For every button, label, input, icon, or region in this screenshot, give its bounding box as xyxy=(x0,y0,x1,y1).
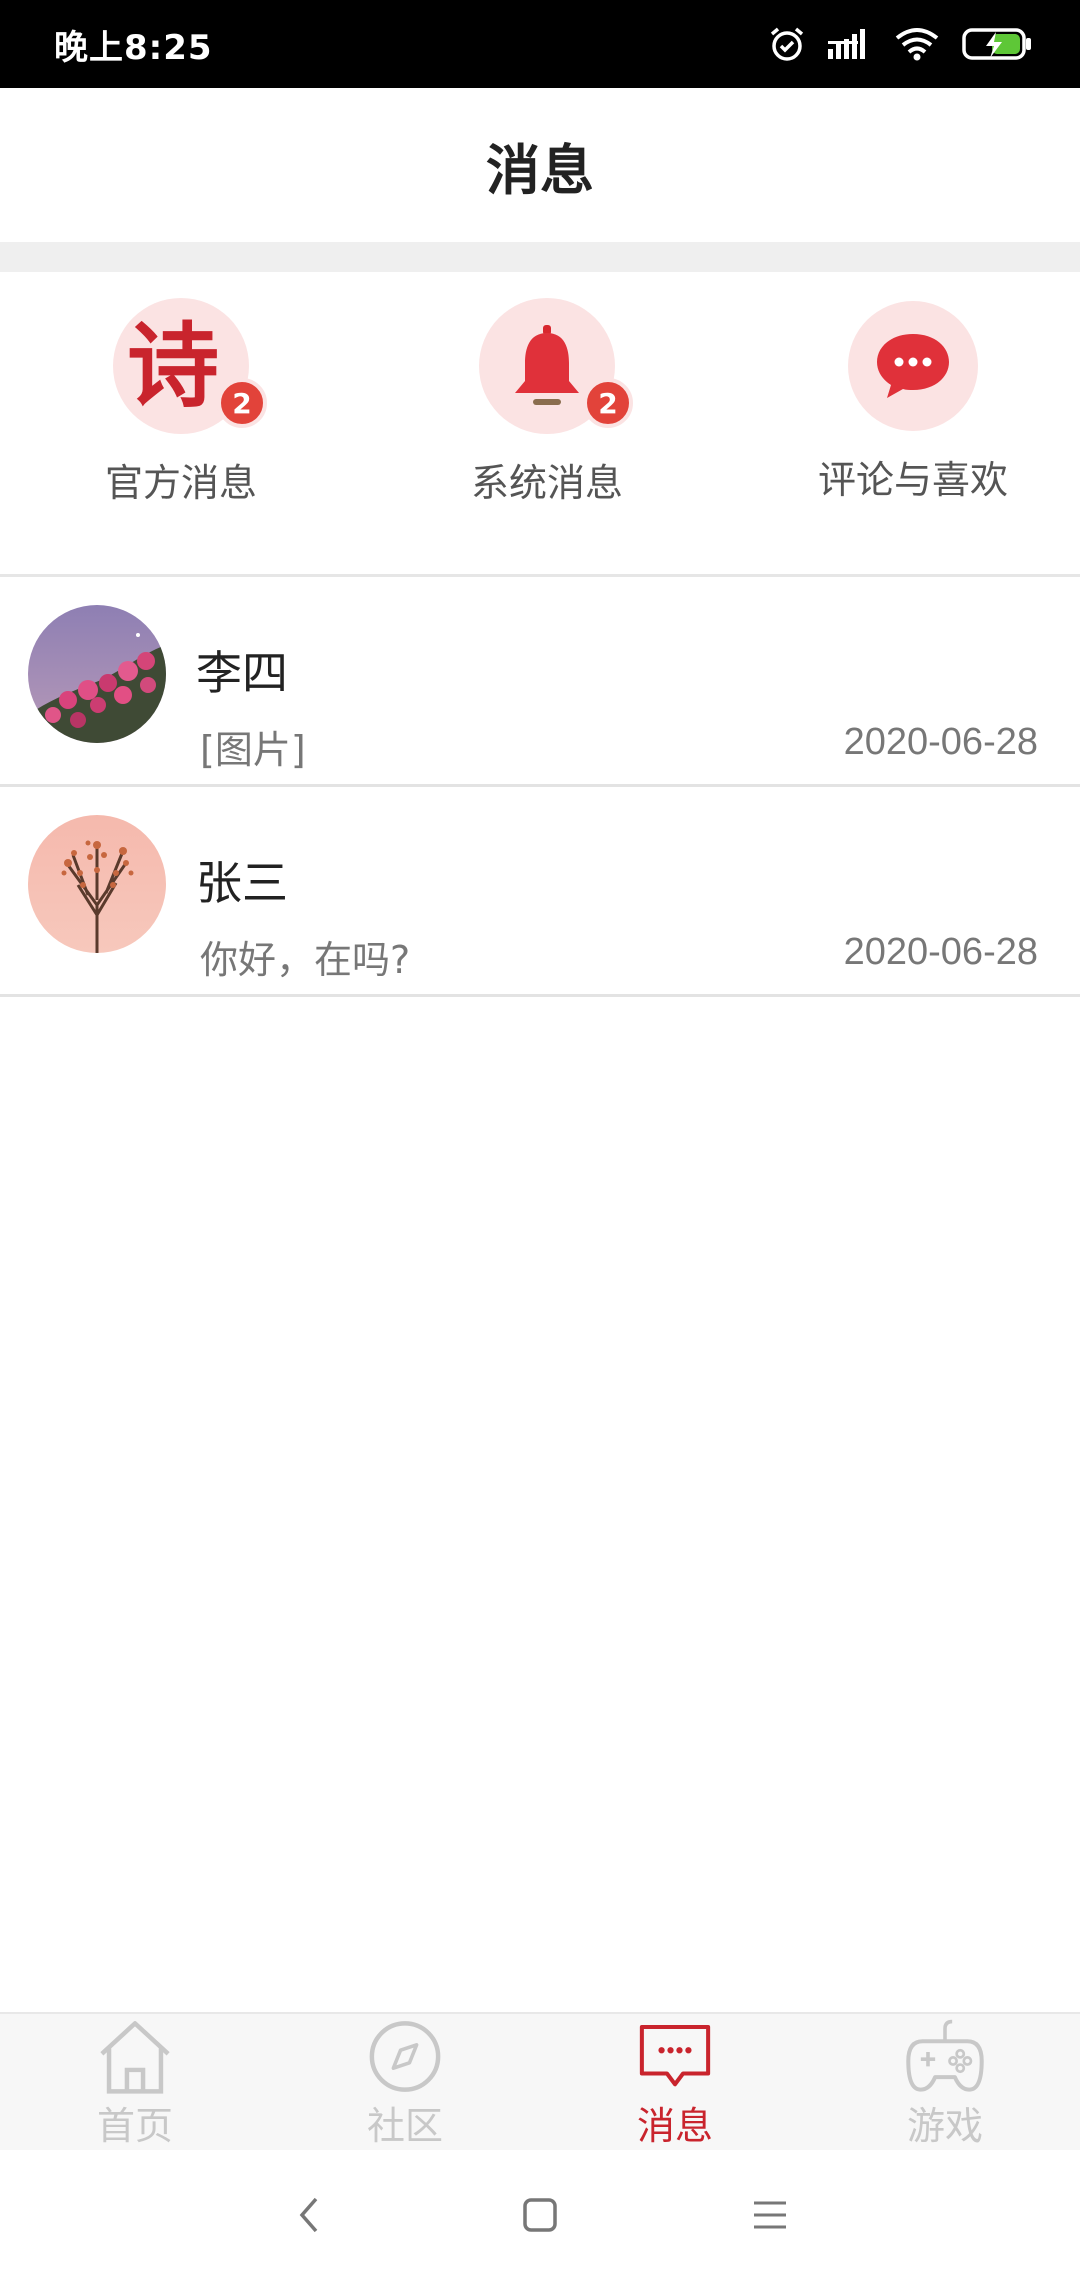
status-time: 晚上8:25 xyxy=(54,27,213,68)
conversation-date: 2020-06-28 xyxy=(843,931,1038,973)
category-icon-circle: 2 xyxy=(479,298,633,434)
category-system-messages[interactable]: 2 系统消息 xyxy=(438,272,656,574)
back-icon xyxy=(299,2197,318,2233)
gamepad-icon xyxy=(906,2019,984,2092)
status-icons xyxy=(768,25,1032,63)
conversation-preview: 你好，在吗? xyxy=(200,938,411,982)
conversation-item[interactable]: 李四 [图片] 2020-06-28 xyxy=(0,577,1080,787)
conversation-name: 张三 xyxy=(196,856,288,910)
menu-icon xyxy=(754,2201,786,2229)
tab-community[interactable]: 社区 xyxy=(305,2014,505,2150)
recents-button[interactable] xyxy=(730,2175,810,2255)
category-icon-circle xyxy=(848,301,978,431)
category-label: 系统消息 xyxy=(470,461,623,505)
unread-badge: 2 xyxy=(217,378,267,428)
bell-icon xyxy=(515,325,579,405)
conversation-item[interactable]: 张三 你好，在吗? 2020-06-28 xyxy=(0,787,1080,997)
alarm-icon xyxy=(770,27,804,61)
tab-label: 社区 xyxy=(366,2104,443,2148)
status-bar: 晚上8:25 xyxy=(0,0,1080,88)
tab-label: 游戏 xyxy=(906,2104,983,2148)
tab-home[interactable]: 首页 xyxy=(35,2014,235,2150)
conversation-preview: [图片] xyxy=(200,728,306,772)
category-comments-likes[interactable]: 评论与喜欢 xyxy=(804,272,1022,574)
system-nav-bar xyxy=(0,2150,1080,2280)
category-label: 官方消息 xyxy=(104,461,257,505)
category-label: 评论与喜欢 xyxy=(817,458,1008,502)
bottom-tab-bar: 首页 社区 消息 游戏 xyxy=(0,2012,1080,2150)
signal-icon xyxy=(828,29,865,59)
home-icon xyxy=(100,2021,170,2094)
battery-charging-icon xyxy=(962,28,1031,60)
home-nav-button[interactable] xyxy=(500,2175,580,2255)
category-icon-circle: 诗 2 xyxy=(113,298,267,434)
section-divider xyxy=(0,242,1080,272)
conversation-list: 李四 [图片] 2020-06-28 张三 你好，在吗? 2020-06-28 xyxy=(0,577,1080,997)
conversation-date: 2020-06-28 xyxy=(843,721,1038,763)
poem-icon: 诗 xyxy=(126,312,219,420)
header: 消息 xyxy=(0,88,1080,242)
page-title: 消息 xyxy=(486,138,594,202)
compass-icon xyxy=(369,2021,441,2092)
tab-label: 首页 xyxy=(96,2104,173,2148)
tab-games[interactable]: 游戏 xyxy=(845,2014,1045,2150)
chat-bubble-icon xyxy=(877,334,949,398)
message-icon xyxy=(639,2024,711,2087)
wifi-icon xyxy=(895,28,939,61)
square-icon xyxy=(523,2198,557,2232)
conversation-name: 李四 xyxy=(196,646,288,700)
tree-avatar[interactable] xyxy=(28,815,166,953)
unread-badge: 2 xyxy=(583,378,633,428)
category-official-messages[interactable]: 诗 2 官方消息 xyxy=(72,272,290,574)
tab-messages[interactable]: 消息 xyxy=(575,2014,775,2150)
tab-label: 消息 xyxy=(636,2104,713,2148)
message-categories: 诗 2 官方消息 2 系统消息 评论与喜欢 xyxy=(0,272,1080,574)
back-button[interactable] xyxy=(270,2175,350,2255)
flowers-avatar[interactable] xyxy=(28,605,166,743)
